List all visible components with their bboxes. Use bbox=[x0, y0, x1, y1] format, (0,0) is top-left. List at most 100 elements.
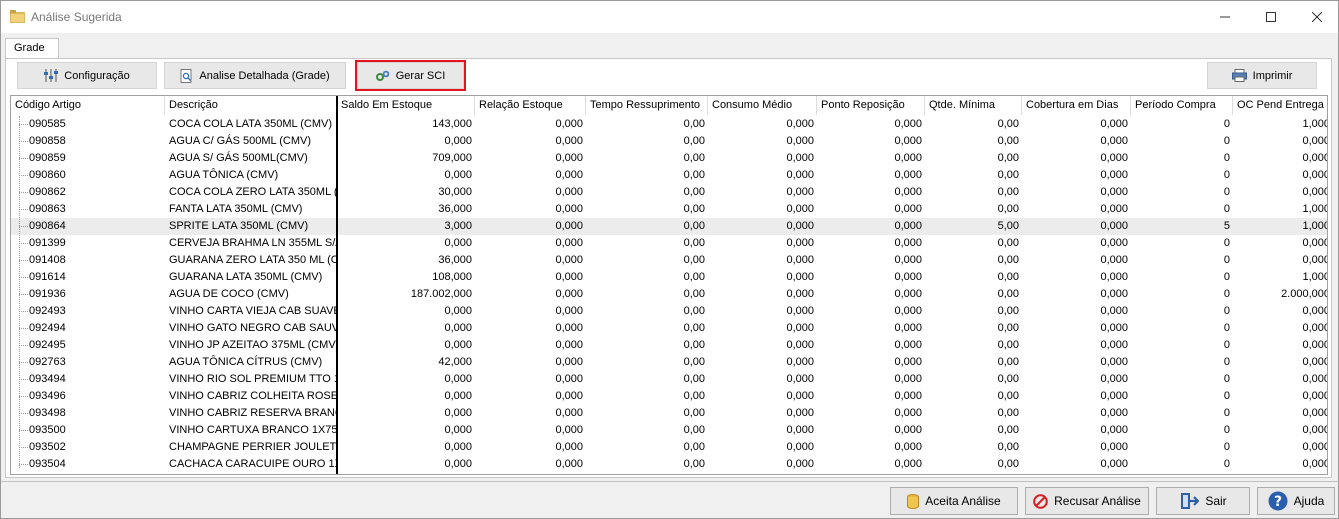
table-cell: 0,00 bbox=[683, 186, 705, 198]
table-cell: 090585 bbox=[29, 118, 66, 130]
aceita-analise-button[interactable]: Aceita Análise bbox=[890, 487, 1018, 515]
column-header[interactable]: Descrição bbox=[165, 96, 337, 115]
table-cell: 0,000 bbox=[1302, 424, 1328, 436]
table-row[interactable]: 093494 VINHO RIO SOL PREMIUM TTO 1. 0,000 0… bbox=[11, 371, 1327, 388]
imprimir-button[interactable]: Imprimir bbox=[1207, 62, 1317, 89]
table-cell: 0,000 bbox=[444, 237, 472, 249]
recusar-analise-button[interactable]: Recusar Análise bbox=[1025, 487, 1149, 515]
table-cell: 0,000 bbox=[894, 288, 922, 300]
table-cell: VINHO CARTUXA BRANCO 1X750 bbox=[169, 424, 337, 436]
table-cell: 0,00 bbox=[997, 441, 1019, 453]
tree-connector bbox=[19, 447, 28, 448]
table-cell: 0,000 bbox=[555, 203, 583, 215]
table-cell: 0 bbox=[1223, 186, 1230, 198]
table-cell: CHAMPAGNE PERRIER JOULET GF bbox=[169, 441, 337, 453]
sliders-icon bbox=[44, 69, 59, 82]
table-row[interactable]: 091936 AGUA DE COCO (CMV) 187.002,000 0,000… bbox=[11, 286, 1327, 303]
frozen-column-divider[interactable] bbox=[336, 96, 338, 474]
column-header[interactable]: Cobertura em Dias bbox=[1022, 96, 1131, 115]
table-cell: 0 bbox=[1223, 203, 1230, 215]
table-cell: 093504 bbox=[29, 458, 66, 470]
close-button[interactable] bbox=[1294, 1, 1339, 33]
table-cell: 0,00 bbox=[997, 118, 1019, 130]
table-cell: 093500 bbox=[29, 424, 66, 436]
table-cell: AGUA S/ GÁS 500ML(CMV) bbox=[169, 152, 308, 164]
column-header[interactable]: Código Artigo bbox=[11, 96, 165, 115]
table-cell: CERVEJA BRAHMA LN 355ML S/Al bbox=[169, 237, 337, 249]
table-cell: 0,000 bbox=[444, 458, 472, 470]
table-cell: 090859 bbox=[29, 152, 66, 164]
table-cell: 3,000 bbox=[444, 220, 472, 232]
table-cell: 0,00 bbox=[683, 458, 705, 470]
column-header[interactable]: Período Compra bbox=[1131, 96, 1233, 115]
table-row[interactable]: 090858 AGUA C/ GÁS 500ML (CMV) 0,000 0,000 0… bbox=[11, 133, 1327, 150]
table-cell: 0,00 bbox=[683, 254, 705, 266]
table-row[interactable]: 093500 VINHO CARTUXA BRANCO 1X750 0,000 0,0… bbox=[11, 422, 1327, 439]
minimize-button[interactable] bbox=[1202, 1, 1248, 33]
table-cell: 0,000 bbox=[1100, 322, 1128, 334]
table-row[interactable]: 090859 AGUA S/ GÁS 500ML(CMV) 709,000 0,000… bbox=[11, 150, 1327, 167]
column-header[interactable]: Tempo Ressuprimento bbox=[586, 96, 708, 115]
minimize-icon bbox=[1220, 16, 1230, 18]
table-cell: 0 bbox=[1223, 135, 1230, 147]
column-header[interactable]: Ponto Reposição bbox=[817, 96, 925, 115]
recusar-analise-label: Recusar Análise bbox=[1054, 494, 1141, 508]
table-cell: COCA COLA ZERO LATA 350ML (C bbox=[169, 186, 337, 198]
tab-grade[interactable]: Grade bbox=[5, 38, 59, 59]
table-cell: 0,000 bbox=[894, 390, 922, 402]
table-cell: 0,000 bbox=[1302, 373, 1328, 385]
table-row[interactable]: 090863 FANTA LATA 350ML (CMV) 36,000 0,000 0… bbox=[11, 201, 1327, 218]
table-row[interactable]: 092495 VINHO JP AZEITAO 375ML (CMV) 0,000 0… bbox=[11, 337, 1327, 354]
table-cell: 0,000 bbox=[1302, 135, 1328, 147]
table-cell: 0,00 bbox=[683, 373, 705, 385]
column-header[interactable]: Relação Estoque bbox=[475, 96, 586, 115]
table-row[interactable]: 092763 AGUA TÔNICA CÍTRUS (CMV) 42,000 0,00… bbox=[11, 354, 1327, 371]
table-row[interactable]: 090585 COCA COLA LATA 350ML (CMV) 143,000 0… bbox=[11, 116, 1327, 133]
database-icon bbox=[907, 493, 920, 509]
column-header[interactable]: OC Pend Entrega bbox=[1233, 96, 1327, 115]
table-cell: 0,000 bbox=[1302, 186, 1328, 198]
column-header[interactable]: Qtde. Mínima bbox=[925, 96, 1022, 115]
table-cell: 1,000 bbox=[1302, 220, 1328, 232]
configuracao-button[interactable]: Configuração bbox=[17, 62, 157, 89]
table-cell: 0,000 bbox=[1100, 339, 1128, 351]
table-cell: 0,00 bbox=[683, 271, 705, 283]
table-cell: 0,00 bbox=[997, 254, 1019, 266]
sair-button[interactable]: Sair bbox=[1156, 487, 1250, 515]
tree-connector bbox=[19, 294, 28, 295]
analysis-grid[interactable]: Código Artigo Descrição Saldo Em Estoque Re… bbox=[10, 95, 1328, 475]
table-row[interactable]: 091408 GUARANA ZERO LATA 350 ML (C 36,000 0… bbox=[11, 252, 1327, 269]
table-row[interactable]: 093504 CACHACA CARACUIPE OURO 1X7 0,000 0,0… bbox=[11, 456, 1327, 473]
table-row[interactable]: 091614 GUARANA LATA 350ML (CMV) 108,000 0,0… bbox=[11, 269, 1327, 286]
table-row[interactable]: 092493 VINHO CARTA VIEJA CAB SUAVE 1 0,000… bbox=[11, 303, 1327, 320]
table-row[interactable]: 093502 CHAMPAGNE PERRIER JOULET GF 0,000 0,… bbox=[11, 439, 1327, 456]
table-cell: 0,00 bbox=[997, 407, 1019, 419]
column-header[interactable]: Saldo Em Estoque bbox=[337, 96, 475, 115]
table-row[interactable]: 093496 VINHO CABRIZ COLHEITA ROSE 1 0,000 0… bbox=[11, 388, 1327, 405]
table-cell: FANTA LATA 350ML (CMV) bbox=[169, 203, 303, 215]
table-row[interactable]: 090860 AGUA TÔNICA (CMV) 0,000 0,000 0,00 0,0… bbox=[11, 167, 1327, 184]
table-cell: 0,000 bbox=[555, 424, 583, 436]
table-cell: 1,000 bbox=[1302, 271, 1328, 283]
table-cell: 0 bbox=[1223, 152, 1230, 164]
table-row[interactable]: 092494 VINHO GATO NEGRO CAB SAUV 0,000 0,00… bbox=[11, 320, 1327, 337]
column-header[interactable]: Consumo Médio bbox=[708, 96, 817, 115]
table-cell: 0,000 bbox=[555, 237, 583, 249]
tree-connector bbox=[19, 226, 28, 227]
ajuda-button[interactable]: ? Ajuda bbox=[1257, 487, 1335, 515]
table-cell: AGUA DE COCO (CMV) bbox=[169, 288, 289, 300]
analise-detalhada-button[interactable]: Analise Detalhada (Grade) bbox=[164, 62, 346, 89]
table-row[interactable]: 090862 COCA COLA ZERO LATA 350ML (C 30,000… bbox=[11, 184, 1327, 201]
maximize-button[interactable] bbox=[1248, 1, 1294, 33]
tree-connector bbox=[19, 311, 28, 312]
table-cell: 0,000 bbox=[894, 407, 922, 419]
table-cell: 0,000 bbox=[555, 169, 583, 181]
table-row[interactable]: 090864 SPRITE LATA 350ML (CMV) 3,000 0,000 0… bbox=[11, 218, 1327, 235]
table-cell: 0 bbox=[1223, 118, 1230, 130]
gerar-sci-button[interactable]: Gerar SCI bbox=[357, 62, 464, 89]
table-cell: 0,000 bbox=[444, 407, 472, 419]
table-cell: 1,000 bbox=[1302, 118, 1328, 130]
table-cell: 187.002,000 bbox=[410, 288, 472, 300]
table-row[interactable]: 093498 VINHO CABRIZ RESERVA BRANCC 0,000 0,… bbox=[11, 405, 1327, 422]
table-row[interactable]: 091399 CERVEJA BRAHMA LN 355ML S/Al 0,000 0… bbox=[11, 235, 1327, 252]
